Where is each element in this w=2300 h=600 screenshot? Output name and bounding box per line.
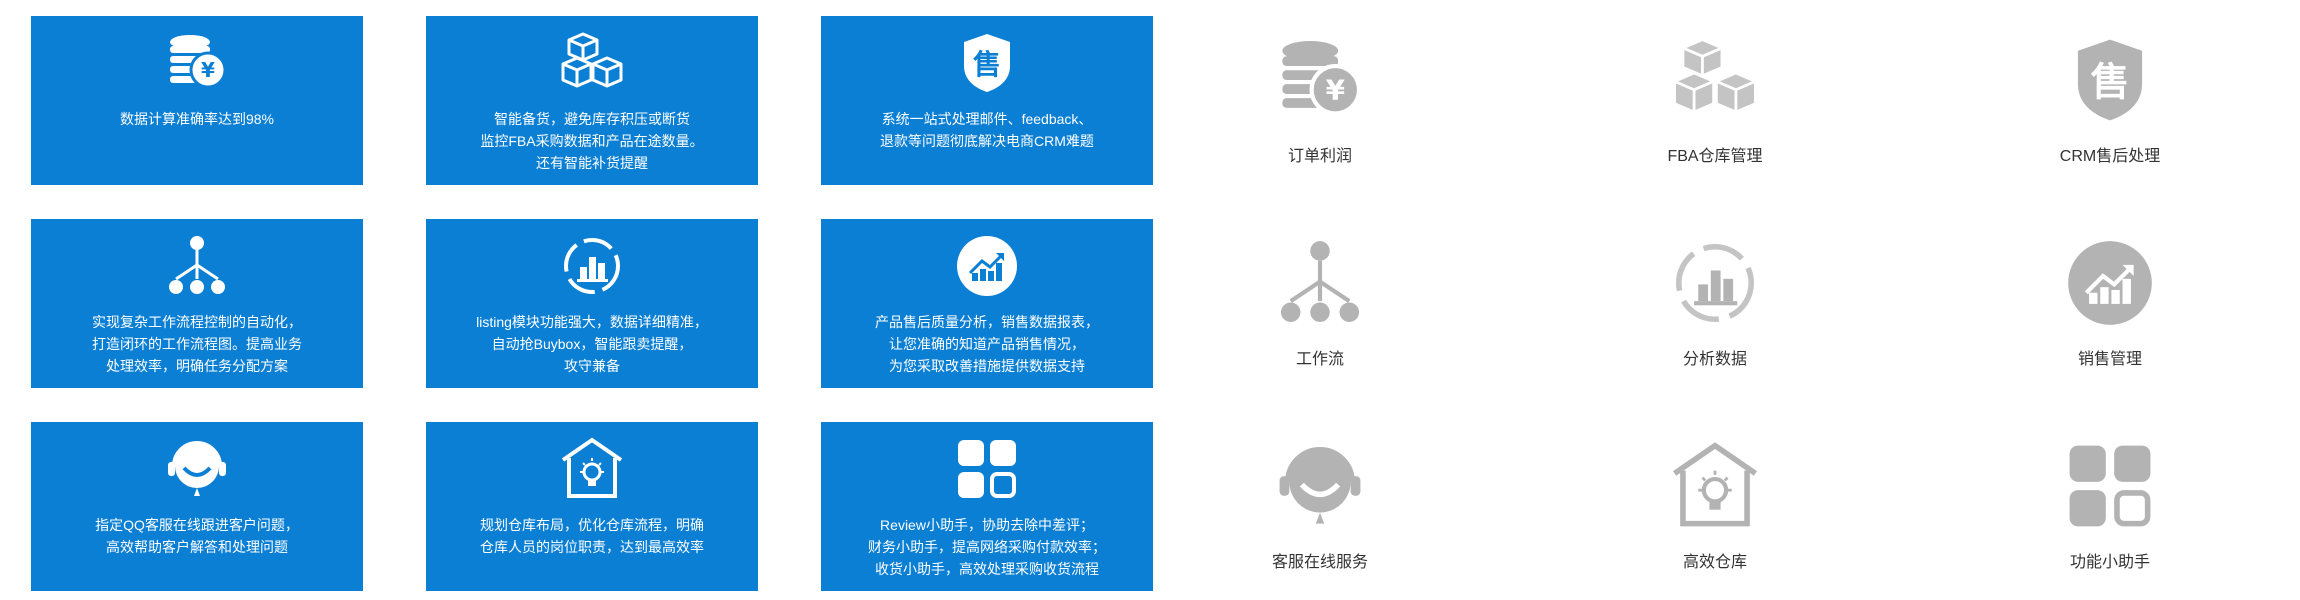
analysis-chart-icon: [426, 233, 758, 299]
card-workflow[interactable]: 实现复杂工作流程控制的自动化， 打造闭环的工作流程图。提高业务 处理效率，明确任…: [31, 219, 363, 388]
card-customer-service[interactable]: 指定QQ客服在线跟进客户问题， 高效帮助客户解答和处理问题: [31, 422, 363, 591]
feature-warehouse[interactable]: 高效仓库: [1615, 436, 1815, 586]
feature-workflow[interactable]: 工作流: [1220, 233, 1420, 383]
trend-chart-icon: [821, 233, 1153, 299]
svg-text:售: 售: [973, 48, 1001, 81]
feature-sales[interactable]: 销售管理: [2010, 233, 2210, 383]
feature-fba-warehouse[interactable]: FBA仓库管理: [1615, 30, 1815, 180]
warehouse-bulb-icon: [426, 436, 758, 502]
app-grid-icon: [2010, 436, 2210, 536]
feature-crm-aftersale[interactable]: 售 CRM售后处理: [2010, 30, 2210, 180]
workflow-tree-icon: [31, 233, 363, 299]
coins-yen-icon: ¥: [1220, 30, 1420, 130]
warehouse-bulb-icon: [1615, 436, 1815, 536]
feature-label: 分析数据: [1682, 351, 1747, 368]
card-text: listing模块功能强大，数据详细精准， 自动抢Buybox，智能跟卖提醒， …: [476, 314, 708, 374]
trend-chart-icon: [2010, 233, 2210, 333]
boxes-icon: [426, 30, 758, 96]
card-helper[interactable]: Review小助手，协助去除中差评； 财务小助手，提高网络采购付款效率； 收货小…: [821, 422, 1153, 591]
app-grid-icon: [821, 436, 1153, 502]
card-order-profit[interactable]: ¥ 数据计算准确率达到98%: [31, 16, 363, 185]
feature-label: 工作流: [1295, 351, 1344, 368]
feature-label: 销售管理: [2077, 351, 2142, 368]
shield-shou-icon: 售: [821, 30, 1153, 96]
svg-text:¥: ¥: [201, 58, 215, 82]
card-text: 实现复杂工作流程控制的自动化， 打造闭环的工作流程图。提高业务 处理效率，明确任…: [92, 314, 302, 374]
card-sales[interactable]: 产品售后质量分析，销售数据报表， 让您准确的知道产品销售情况， 为您采取改善措施…: [821, 219, 1153, 388]
boxes-icon: [1615, 30, 1815, 130]
feature-helper[interactable]: 功能小助手: [2010, 436, 2210, 586]
card-text: 指定QQ客服在线跟进客户问题， 高效帮助客户解答和处理问题: [95, 517, 299, 555]
card-text: 智能备货，避免库存积压或断货 监控FBA采购数据和产品在途数量。 还有智能补货提…: [480, 111, 704, 171]
feature-label: FBA仓库管理: [1667, 148, 1763, 165]
card-text: 系统一站式处理邮件、feedback、 退款等问题彻底解决电商CRM难题: [880, 111, 1094, 149]
card-warehouse[interactable]: 规划仓库布局，优化仓库流程，明确 仓库人员的岗位职责，达到最高效率: [426, 422, 758, 591]
card-text: 数据计算准确率达到98%: [119, 111, 275, 127]
card-text: 规划仓库布局，优化仓库流程，明确 仓库人员的岗位职责，达到最高效率: [480, 517, 704, 555]
feature-analysis[interactable]: 分析数据: [1615, 233, 1815, 383]
feature-order-profit[interactable]: ¥ 订单利润: [1220, 30, 1420, 180]
card-crm-aftersale[interactable]: 售 系统一站式处理邮件、feedback、 退款等问题彻底解决电商CRM难题: [821, 16, 1153, 185]
card-analysis[interactable]: listing模块功能强大，数据详细精准， 自动抢Buybox，智能跟卖提醒， …: [426, 219, 758, 388]
svg-text:¥: ¥: [1326, 74, 1346, 107]
analysis-chart-icon: [1615, 233, 1815, 333]
card-fba-warehouse[interactable]: 智能备货，避免库存积压或断货 监控FBA采购数据和产品在途数量。 还有智能补货提…: [426, 16, 758, 185]
feature-label: 客服在线服务: [1271, 554, 1368, 571]
feature-label: 高效仓库: [1682, 554, 1747, 571]
feature-customer-service[interactable]: 客服在线服务: [1220, 436, 1420, 586]
svg-text:售: 售: [2090, 60, 2129, 105]
feature-label: 功能小助手: [2069, 554, 2150, 571]
card-text: 产品售后质量分析，销售数据报表， 让您准确的知道产品销售情况， 为您采取改善措施…: [875, 314, 1099, 374]
shield-shou-icon: 售: [2010, 30, 2210, 130]
feature-label: CRM售后处理: [2059, 148, 2161, 165]
coins-yen-icon: ¥: [31, 30, 363, 96]
headset-smile-icon: [31, 436, 363, 502]
workflow-tree-icon: [1220, 233, 1420, 333]
headset-smile-icon: [1220, 436, 1420, 536]
feature-label: 订单利润: [1287, 148, 1352, 165]
card-text: Review小助手，协助去除中差评； 财务小助手，提高网络采购付款效率； 收货小…: [868, 517, 1106, 577]
